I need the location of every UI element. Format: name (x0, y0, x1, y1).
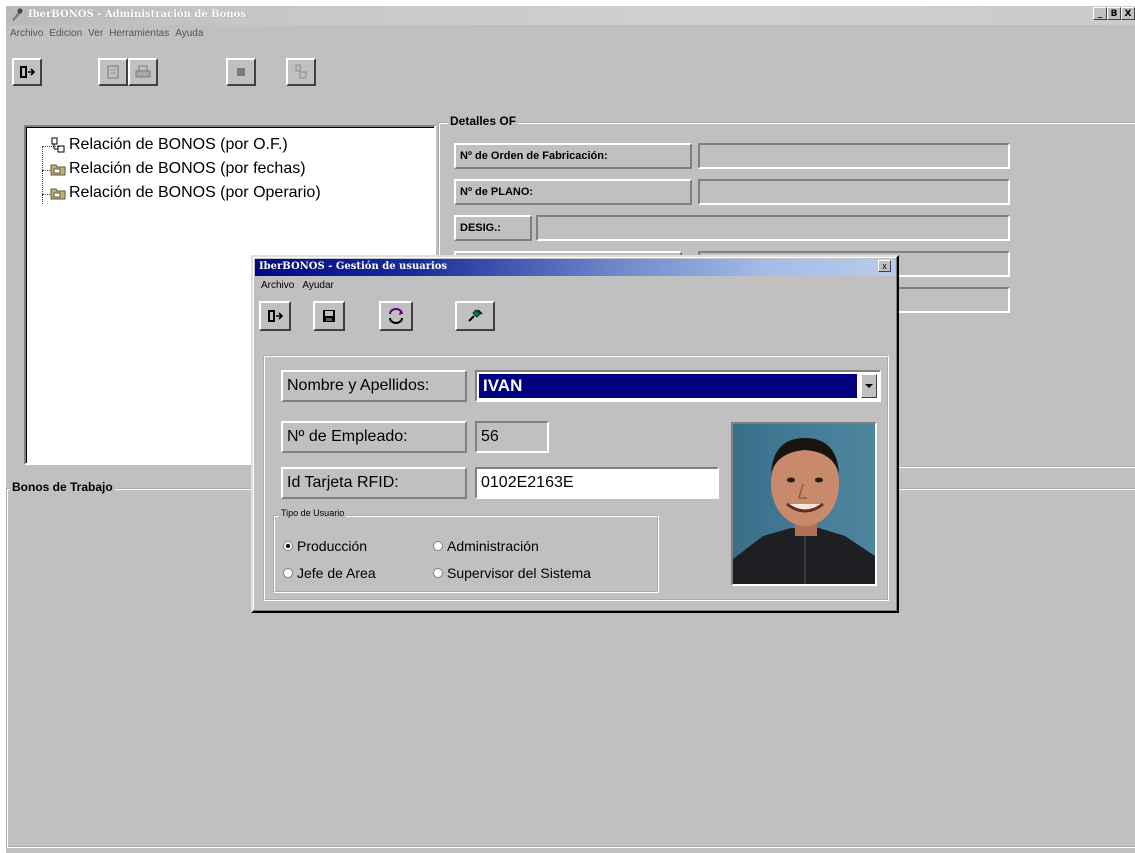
radio-administracion[interactable]: Administración (433, 538, 539, 554)
refresh-button[interactable] (379, 301, 413, 331)
user-management-dialog: IberBONOS - Gestión de usuarios x Archiv… (251, 255, 899, 613)
menu-herramientas[interactable]: Herramientas (109, 26, 169, 42)
name-label: Nombre y Apellidos: (281, 370, 467, 402)
user-type-title: Tipo de Usuario (279, 508, 347, 518)
tree-item-label: Relación de BONOS (por Operario) (69, 184, 321, 201)
minimize-button[interactable]: _ (1093, 7, 1107, 20)
radio-jefe-area[interactable]: Jefe de Area (283, 565, 376, 581)
report-button[interactable] (286, 58, 316, 86)
exit-button[interactable] (12, 58, 42, 86)
close-button[interactable]: X (1121, 7, 1135, 20)
document-icon (107, 65, 119, 79)
detail-label-desig: DESIG.: (454, 215, 532, 241)
main-title-bar: IberBONOS - Administración de Bonos _ B … (6, 6, 1135, 25)
employee-label: Nº de Empleado: (281, 421, 467, 453)
folder-icon (50, 188, 66, 200)
dialog-menu-bar: Archivo Ayudar (261, 278, 334, 294)
desig-field[interactable] (536, 215, 1010, 241)
radio-label: Administración (447, 538, 539, 554)
document-button[interactable] (98, 58, 128, 86)
maximize-button[interactable]: B (1107, 7, 1121, 20)
name-selected-value: IVAN (483, 376, 523, 395)
plano-field[interactable] (698, 179, 1010, 205)
radio-button-checked[interactable] (283, 541, 293, 551)
radio-produccion[interactable]: Producción (283, 538, 367, 554)
main-menu-bar: Archivo Edicion Ver Herramientas Ayuda (6, 26, 203, 42)
menu-edicion[interactable]: Edicion (49, 26, 82, 42)
menu-ver[interactable]: Ver (88, 26, 103, 42)
report-icon (295, 64, 307, 79)
radio-supervisor[interactable]: Supervisor del Sistema (433, 565, 591, 581)
employee-photo-image (733, 424, 875, 584)
rfid-input[interactable]: 0102E2163E (475, 467, 719, 499)
chevron-down-icon (865, 384, 873, 388)
employee-photo (731, 422, 877, 586)
exit-icon (268, 310, 283, 322)
save-button[interactable] (313, 301, 345, 331)
radio-label: Producción (297, 538, 368, 554)
network-icon (51, 137, 65, 153)
dialog-menu-archivo[interactable]: Archivo (261, 278, 294, 294)
folder-icon (50, 164, 66, 176)
dropdown-arrow-button[interactable] (861, 374, 877, 398)
detail-label-plano: Nº de PLANO: (454, 179, 692, 205)
exit-icon (20, 66, 35, 78)
refresh-icon (389, 308, 403, 324)
tree-item-por-operario[interactable]: Relación de BONOS (por Operario) (50, 184, 321, 202)
tree-item-por-of[interactable]: Relación de BONOS (por O.F.) (50, 136, 288, 154)
radio-label: Jefe de Area (297, 565, 376, 581)
dialog-close-button[interactable]: x (878, 260, 891, 272)
main-window-title: IberBONOS - Administración de Bonos (28, 9, 246, 20)
radio-button[interactable] (283, 568, 293, 578)
radio-button[interactable] (433, 568, 443, 578)
app-logo-icon (12, 8, 23, 21)
user-type-group (273, 515, 659, 593)
stop-button[interactable] (226, 58, 256, 86)
orden-fabricacion-field[interactable] (698, 143, 1010, 169)
dialog-title: IberBONOS - Gestión de usuarios (259, 261, 448, 272)
tree-item-label: Relación de BONOS (por fechas) (69, 160, 306, 177)
menu-ayuda[interactable]: Ayuda (175, 26, 203, 42)
window-controls: _ B X (1093, 7, 1135, 22)
dialog-menu-ayudar[interactable]: Ayudar (302, 278, 334, 294)
connect-button[interactable] (455, 301, 495, 331)
tree-connector (42, 146, 43, 204)
print-icon (135, 65, 151, 78)
name-combobox[interactable]: IVAN (475, 370, 881, 402)
dialog-title-bar: IberBONOS - Gestión de usuarios x (255, 259, 895, 276)
stop-icon (237, 68, 245, 76)
tree-item-label: Relación de BONOS (por O.F.) (69, 136, 288, 153)
rfid-label: Id Tarjeta RFID: (281, 467, 467, 499)
radio-button[interactable] (433, 541, 443, 551)
tree-item-por-fechas[interactable]: Relación de BONOS (por fechas) (50, 160, 306, 178)
dialog-exit-button[interactable] (259, 301, 291, 331)
save-icon (323, 310, 335, 322)
connect-icon (468, 309, 483, 322)
employee-number-field[interactable]: 56 (475, 421, 549, 453)
radio-label: Supervisor del Sistema (447, 565, 591, 581)
details-group-title: Detalles OF (448, 114, 519, 128)
menu-archivo[interactable]: Archivo (10, 26, 43, 42)
bonos-group-title: Bonos de Trabajo (10, 480, 115, 494)
print-button[interactable] (128, 58, 158, 86)
detail-label-orden: Nº de Orden de Fabricación: (454, 143, 692, 169)
